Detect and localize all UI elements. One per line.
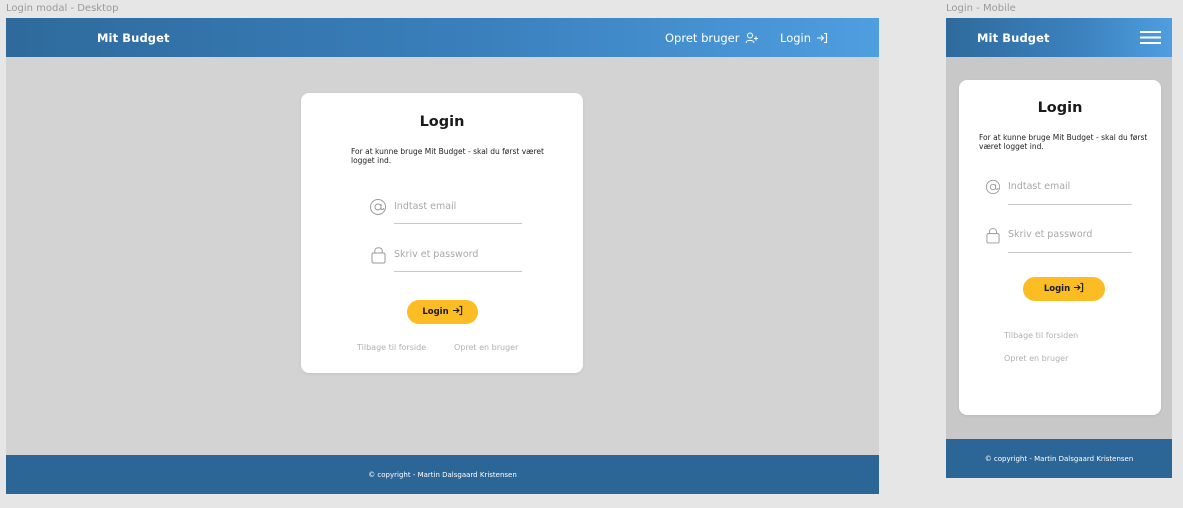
modal-description: For at kunne bruge Mit Budget - skal du … bbox=[351, 147, 544, 165]
mobile-frame-label: Login - Mobile bbox=[946, 3, 1016, 14]
at-icon bbox=[369, 198, 387, 221]
password-placeholder: Skriv et password bbox=[1008, 229, 1093, 240]
brand-logo[interactable]: Mit Budget bbox=[977, 31, 1050, 45]
mobile-footer: © copyright - Martin Dalsgaard Kristense… bbox=[946, 439, 1172, 478]
desktop-header: Mit Budget Opret bruger Login bbox=[6, 18, 879, 57]
login-nav-link[interactable]: Login bbox=[780, 31, 828, 45]
login-modal: Login For at kunne bruge Mit Budget - sk… bbox=[959, 80, 1161, 415]
password-underline bbox=[1008, 252, 1132, 253]
modal-description: For at kunne bruge Mit Budget - skal du … bbox=[979, 133, 1148, 151]
email-placeholder: Indtast email bbox=[1008, 181, 1071, 192]
back-to-frontpage-link[interactable]: Tilbage til forside bbox=[357, 343, 426, 352]
lock-icon bbox=[371, 246, 386, 269]
copyright-text: © copyright - Martin Dalsgaard Kristense… bbox=[984, 454, 1134, 463]
password-field[interactable]: Skriv et password bbox=[369, 245, 529, 273]
email-placeholder: Indtast email bbox=[394, 201, 457, 212]
create-user-link[interactable]: Opret en bruger bbox=[1004, 354, 1068, 363]
email-field[interactable]: Indtast email bbox=[985, 179, 1145, 207]
user-plus-icon bbox=[745, 32, 759, 44]
password-underline bbox=[394, 271, 522, 272]
login-modal: Login For at kunne bruge Mit Budget - sk… bbox=[301, 93, 583, 373]
create-user-label: Opret bruger bbox=[665, 30, 740, 45]
hamburger-menu-icon[interactable] bbox=[1140, 31, 1161, 49]
desktop-footer: © copyright - Martin Dalsgaard Kristense… bbox=[6, 455, 879, 494]
login-arrow-icon bbox=[452, 305, 463, 319]
login-nav-label: Login bbox=[780, 30, 812, 45]
modal-title: Login bbox=[1037, 100, 1083, 116]
back-to-frontpage-link[interactable]: Tilbage til forsiden bbox=[1004, 331, 1078, 340]
login-button-label: Login bbox=[1043, 284, 1071, 294]
desktop-frame: Mit Budget Opret bruger Login Login For … bbox=[6, 18, 879, 494]
copyright-text: © copyright - Martin Dalsgaard Kristense… bbox=[368, 470, 517, 479]
login-arrow-icon bbox=[1073, 282, 1084, 296]
mobile-header: Mit Budget bbox=[946, 18, 1172, 57]
brand-logo[interactable]: Mit Budget bbox=[97, 31, 170, 45]
password-placeholder: Skriv et password bbox=[394, 249, 479, 260]
create-user-nav-link[interactable]: Opret bruger bbox=[665, 31, 759, 45]
create-user-link[interactable]: Opret en bruger bbox=[454, 343, 518, 352]
login-arrow-icon bbox=[816, 32, 828, 44]
email-underline bbox=[394, 223, 522, 224]
desktop-frame-label: Login modal - Desktop bbox=[6, 3, 119, 14]
login-button-label: Login bbox=[422, 307, 449, 317]
mobile-frame: Mit Budget Login For at kunne bruge Mit … bbox=[946, 18, 1172, 478]
login-button[interactable]: Login bbox=[1023, 277, 1105, 301]
login-button[interactable]: Login bbox=[407, 300, 478, 324]
modal-title: Login bbox=[419, 114, 465, 130]
at-icon bbox=[985, 179, 1001, 200]
password-field[interactable]: Skriv et password bbox=[985, 227, 1145, 255]
email-field[interactable]: Indtast email bbox=[369, 197, 529, 225]
email-underline bbox=[1008, 204, 1132, 205]
lock-icon bbox=[986, 227, 1000, 249]
